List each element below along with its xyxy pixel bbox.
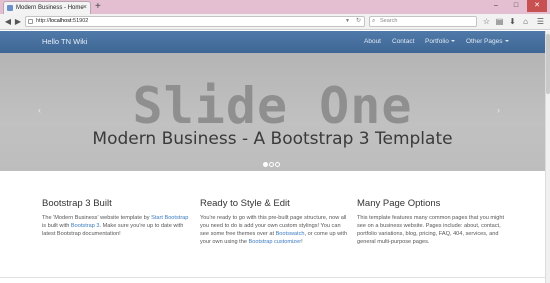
page-scrollbar[interactable]	[545, 31, 550, 283]
slide-caption: Modern Business - A Bootstrap 3 Template	[92, 129, 453, 149]
column-title: Ready to Style & Edit	[200, 198, 290, 209]
nav-portfolio-label: Portfolio	[425, 38, 449, 45]
slide-heading: Slide One	[132, 77, 413, 135]
column-text: You're ready to go with this pre-built p…	[200, 215, 348, 245]
browser-toolbar: ◀ ▶ http://localhost:51902 ▼ ↻ ⌕ Search …	[0, 14, 550, 30]
reading-list-icon[interactable]: ▤	[494, 16, 505, 27]
url-dropdown-icon[interactable]: ▼	[345, 17, 350, 26]
nav-other-pages[interactable]: Other Pages	[466, 31, 509, 53]
minimize-button[interactable]: –	[486, 0, 506, 12]
forward-icon[interactable]: ▶	[13, 16, 23, 27]
column-text: The 'Modern Business' website template b…	[42, 215, 189, 237]
carousel-indicator[interactable]	[269, 162, 274, 167]
start-bootstrap-link[interactable]: Start Bootstrap	[151, 215, 188, 221]
feature-column-bootstrap: Bootstrap 3 Built The 'Modern Business' …	[42, 198, 192, 238]
feature-column-style: Ready to Style & Edit You're ready to go…	[200, 198, 350, 246]
tab-title: Modern Business - Home	[16, 5, 84, 11]
column-text: This template features many common pages…	[357, 215, 505, 245]
carousel-next-icon[interactable]: ›	[497, 105, 500, 115]
carousel-indicators	[263, 154, 281, 171]
page-info-icon[interactable]	[28, 19, 33, 24]
scrollbar-thumb[interactable]	[546, 34, 550, 94]
feature-column-pages: Many Page Options This template features…	[357, 198, 507, 246]
maximize-button[interactable]: □	[506, 0, 526, 12]
bootstrap-customizer-link[interactable]: Bootstrap customizer	[249, 239, 302, 245]
reload-icon[interactable]: ↻	[356, 17, 361, 26]
caret-down-icon	[450, 40, 455, 43]
menu-icon[interactable]: ☰	[535, 16, 546, 27]
carousel-prev-icon[interactable]: ‹	[38, 105, 41, 115]
carousel-indicator[interactable]	[275, 162, 280, 167]
favicon-icon	[7, 5, 13, 11]
close-window-button[interactable]: ✕	[527, 0, 547, 12]
url-host: localhost	[49, 18, 72, 24]
column-title: Bootstrap 3 Built	[42, 198, 112, 209]
carousel-indicator[interactable]	[263, 162, 268, 167]
nav-portfolio[interactable]: Portfolio	[425, 31, 455, 53]
browser-tab[interactable]: Modern Business - Home ×	[3, 1, 91, 14]
caret-down-icon	[504, 40, 509, 43]
search-placeholder: Search	[380, 18, 398, 24]
url-prefix: http://	[36, 18, 50, 24]
nav-other-pages-label: Other Pages	[466, 38, 503, 45]
column-title: Many Page Options	[357, 198, 441, 209]
site-brand[interactable]: Hello TN Wiki	[42, 31, 87, 53]
hero-carousel: Slide One Modern Business - A Bootstrap …	[0, 53, 545, 171]
tab-close-icon[interactable]: ×	[83, 2, 87, 14]
back-icon[interactable]: ◀	[3, 16, 13, 27]
browser-tab-bar: Modern Business - Home × + – □ ✕	[0, 0, 550, 14]
bookmark-star-icon[interactable]: ☆	[481, 16, 492, 27]
search-box[interactable]: ⌕ Search	[369, 16, 477, 27]
new-tab-button[interactable]: +	[95, 0, 101, 13]
bootswatch-link[interactable]: Bootswatch	[276, 231, 305, 237]
url-port: :51902	[71, 18, 89, 24]
nav-contact[interactable]: Contact	[392, 31, 414, 53]
home-icon[interactable]: ⌂	[520, 16, 531, 27]
nav-about[interactable]: About	[364, 31, 381, 53]
address-bar[interactable]: http://localhost:51902 ▼ ↻	[25, 16, 365, 27]
section-divider	[0, 277, 545, 278]
bootstrap-3-link[interactable]: Bootstrap 3	[71, 223, 100, 229]
download-icon[interactable]: ⬇	[507, 16, 518, 27]
site-navbar: Hello TN Wiki About Contact Portfolio Ot…	[0, 31, 550, 53]
search-icon: ⌕	[372, 18, 376, 24]
